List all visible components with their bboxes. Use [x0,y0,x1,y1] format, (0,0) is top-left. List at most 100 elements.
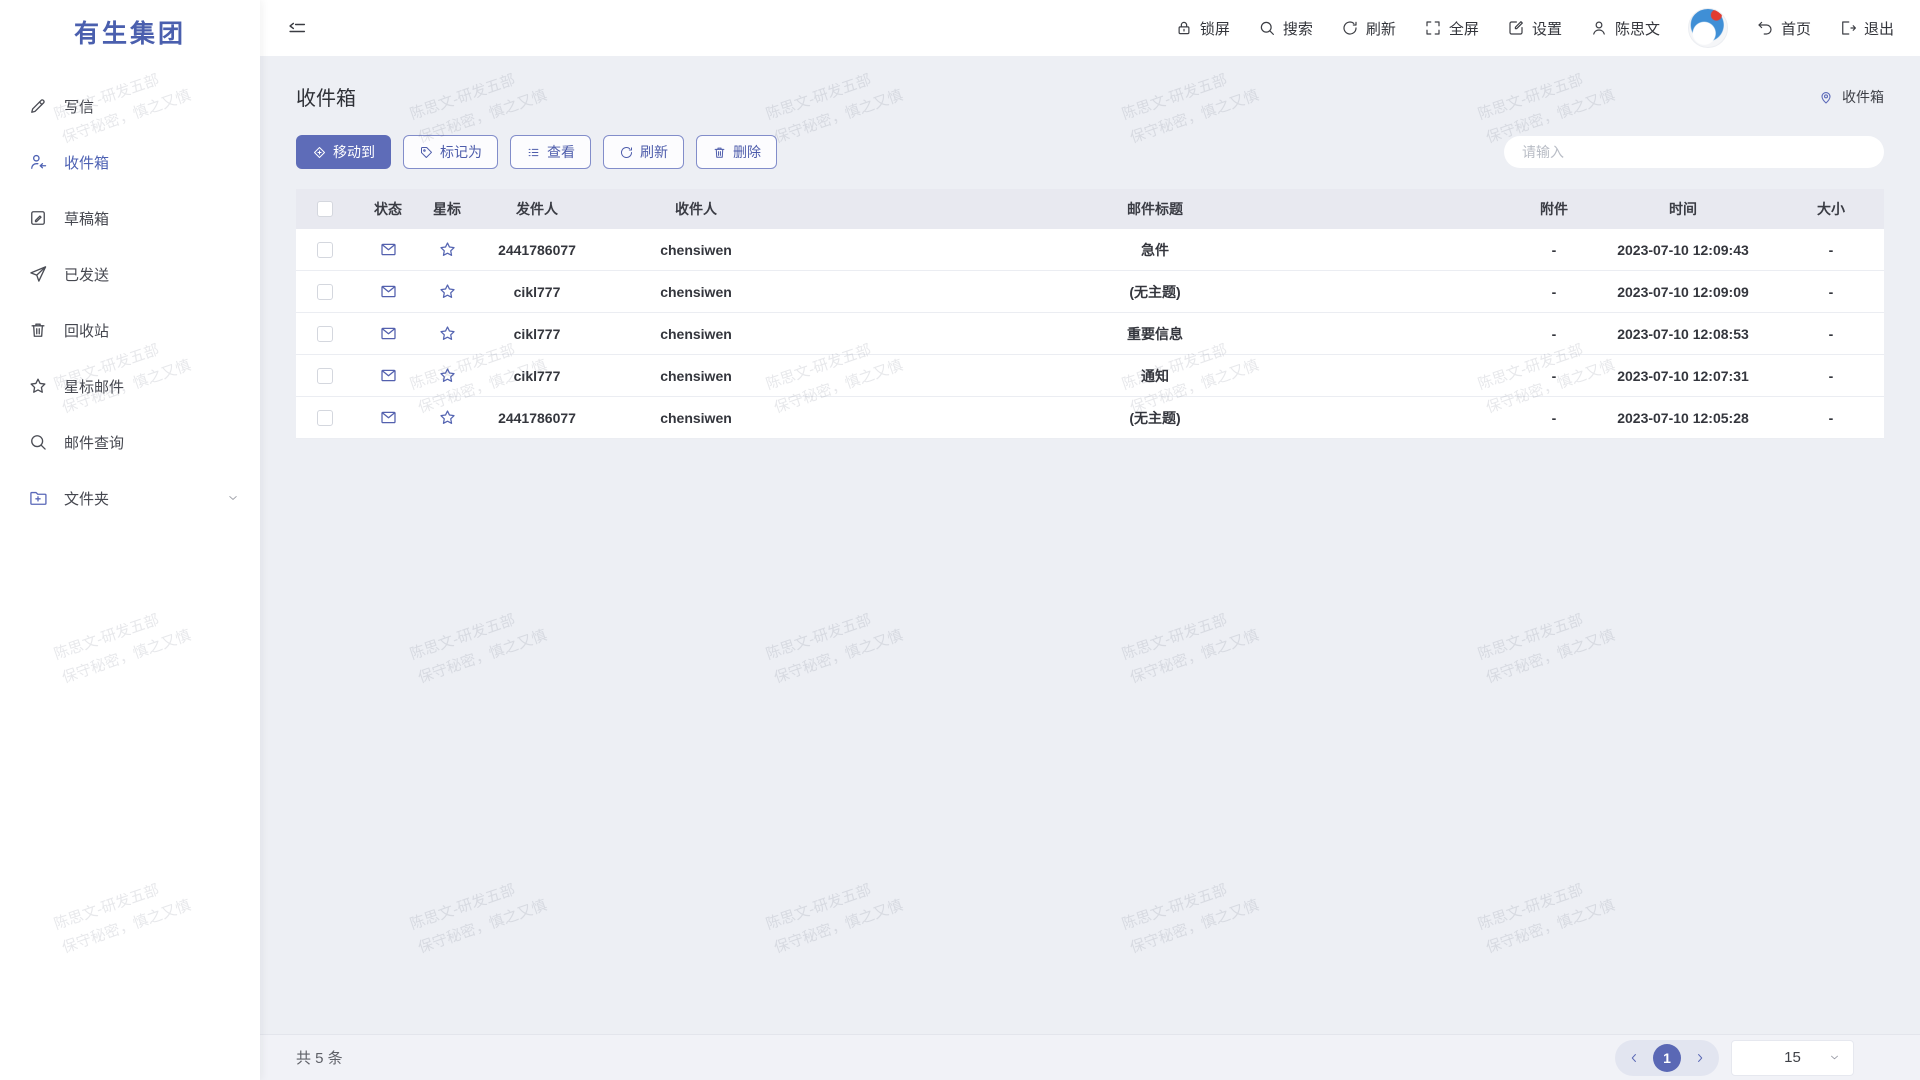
attachment-cell: - [1520,284,1588,300]
search-label: 搜索 [1283,18,1313,39]
refresh-button[interactable]: 刷新 [1341,18,1396,39]
recipient-cell: chensiwen [602,326,790,342]
row-checkbox[interactable] [317,368,333,384]
logout-icon [1839,19,1857,37]
home-button[interactable]: 首页 [1756,18,1811,39]
row-checkbox[interactable] [317,410,333,426]
star-icon[interactable] [438,240,457,259]
delete-button[interactable]: 删除 [696,135,777,169]
topbar-actions: 锁屏 搜索 刷新 全屏 设置 陈思文 首页 退出 [1175,8,1894,48]
sender-cell: cikl777 [472,368,602,384]
star-icon [28,376,48,396]
row-checkbox[interactable] [317,326,333,342]
col-recipient: 收件人 [602,199,790,219]
view-label: 查看 [547,142,575,162]
time-cell: 2023-07-10 12:09:09 [1588,284,1778,300]
subject-cell: (无主题) [790,408,1520,428]
breadcrumb[interactable]: 收件箱 [1818,87,1884,107]
fullscreen-button[interactable]: 全屏 [1424,18,1479,39]
star-icon[interactable] [438,324,457,343]
sender-cell: cikl777 [472,284,602,300]
undo-arrow-icon [1756,19,1774,37]
attachment-cell: - [1520,242,1588,258]
attachment-cell: - [1520,410,1588,426]
subject-cell: (无主题) [790,282,1520,302]
brand-logo: 有生集团 [0,0,260,64]
trash-icon [712,145,727,160]
folder-plus-icon [28,488,48,508]
page-size-select[interactable]: 15 [1731,1040,1854,1076]
sidebar-item-label: 文件夹 [64,488,109,509]
table-row[interactable]: cikl777 chensiwen 通知 - 2023-07-10 12:07:… [296,355,1884,397]
subject-cell: 急件 [790,240,1520,260]
search-icon [1258,19,1276,37]
pagination: 1 15 [1615,1040,1854,1076]
toolbar: 移动到 标记为 查看 刷新 删除 [296,135,1884,169]
fullscreen-icon [1424,19,1442,37]
col-time: 时间 [1588,199,1778,219]
size-cell: - [1778,284,1884,300]
refresh-label: 刷新 [1366,18,1396,39]
mail-table: 状态 星标 发件人 收件人 邮件标题 附件 时间 大小 2441786077 c… [296,189,1884,439]
subject-cell: 重要信息 [790,324,1520,344]
search-button[interactable]: 搜索 [1258,18,1313,39]
move-icon [312,145,327,160]
mail-unread-icon [379,324,398,343]
col-sender: 发件人 [472,199,602,219]
send-icon [28,264,48,284]
select-all-checkbox[interactable] [317,201,333,217]
mark-as-button[interactable]: 标记为 [403,135,498,169]
row-checkbox[interactable] [317,284,333,300]
sidebar-item-label: 收件箱 [64,152,109,173]
table-row[interactable]: 2441786077 chensiwen 急件 - 2023-07-10 12:… [296,229,1884,271]
sidebar-item-inbox[interactable]: 收件箱 [0,134,260,190]
star-icon[interactable] [438,408,457,427]
search-input[interactable] [1504,136,1884,168]
logout-button[interactable]: 退出 [1839,18,1894,39]
refresh-list-button[interactable]: 刷新 [603,135,684,169]
table-row[interactable]: 2441786077 chensiwen (无主题) - 2023-07-10 … [296,397,1884,439]
time-cell: 2023-07-10 12:09:43 [1588,242,1778,258]
table-row[interactable]: cikl777 chensiwen 重要信息 - 2023-07-10 12:0… [296,313,1884,355]
size-cell: - [1778,326,1884,342]
sidebar-item-drafts[interactable]: 草稿箱 [0,190,260,246]
col-star: 星标 [422,199,472,219]
sidebar-item-mail-search[interactable]: 邮件查询 [0,414,260,470]
row-checkbox[interactable] [317,242,333,258]
username: 陈思文 [1615,18,1660,39]
table-header-row: 状态 星标 发件人 收件人 邮件标题 附件 时间 大小 [296,189,1884,229]
chevron-right-icon[interactable] [1693,1051,1707,1065]
col-size: 大小 [1778,199,1884,219]
sidebar-item-folders[interactable]: 文件夹 [0,470,260,526]
trash-icon [28,320,48,340]
lock-screen-button[interactable]: 锁屏 [1175,18,1230,39]
pagination-track: 1 [1615,1040,1719,1076]
sidebar-item-compose[interactable]: 写信 [0,78,260,134]
sidebar-item-trash[interactable]: 回收站 [0,302,260,358]
avatar[interactable] [1688,8,1728,48]
mail-unread-icon [379,282,398,301]
subject-cell: 通知 [790,366,1520,386]
size-cell: - [1778,410,1884,426]
table-row[interactable]: cikl777 chensiwen (无主题) - 2023-07-10 12:… [296,271,1884,313]
col-attachment: 附件 [1520,199,1588,219]
star-icon[interactable] [438,366,457,385]
main-content: 收件箱 收件箱 移动到 标记为 查看 刷新 删除 [260,56,1920,1034]
menu-fold-icon[interactable] [286,17,308,39]
star-icon[interactable] [438,282,457,301]
sidebar-item-starred[interactable]: 星标邮件 [0,358,260,414]
sidebar-item-sent[interactable]: 已发送 [0,246,260,302]
current-page[interactable]: 1 [1653,1044,1681,1072]
current-user[interactable]: 陈思文 [1590,18,1660,39]
list-icon [526,145,541,160]
mark-as-label: 标记为 [440,142,482,162]
move-to-button[interactable]: 移动到 [296,135,391,169]
settings-button[interactable]: 设置 [1507,18,1562,39]
chevron-down-icon [1828,1051,1841,1064]
sidebar-nav: 写信 收件箱 草稿箱 已发送 回收站 星标邮件 邮件查询 文件夹 [0,64,260,526]
footer-bar: 共 5 条 1 15 [260,1034,1920,1080]
view-button[interactable]: 查看 [510,135,591,169]
tag-icon [419,145,434,160]
total-count: 共 5 条 [296,1047,343,1068]
chevron-left-icon[interactable] [1627,1051,1641,1065]
